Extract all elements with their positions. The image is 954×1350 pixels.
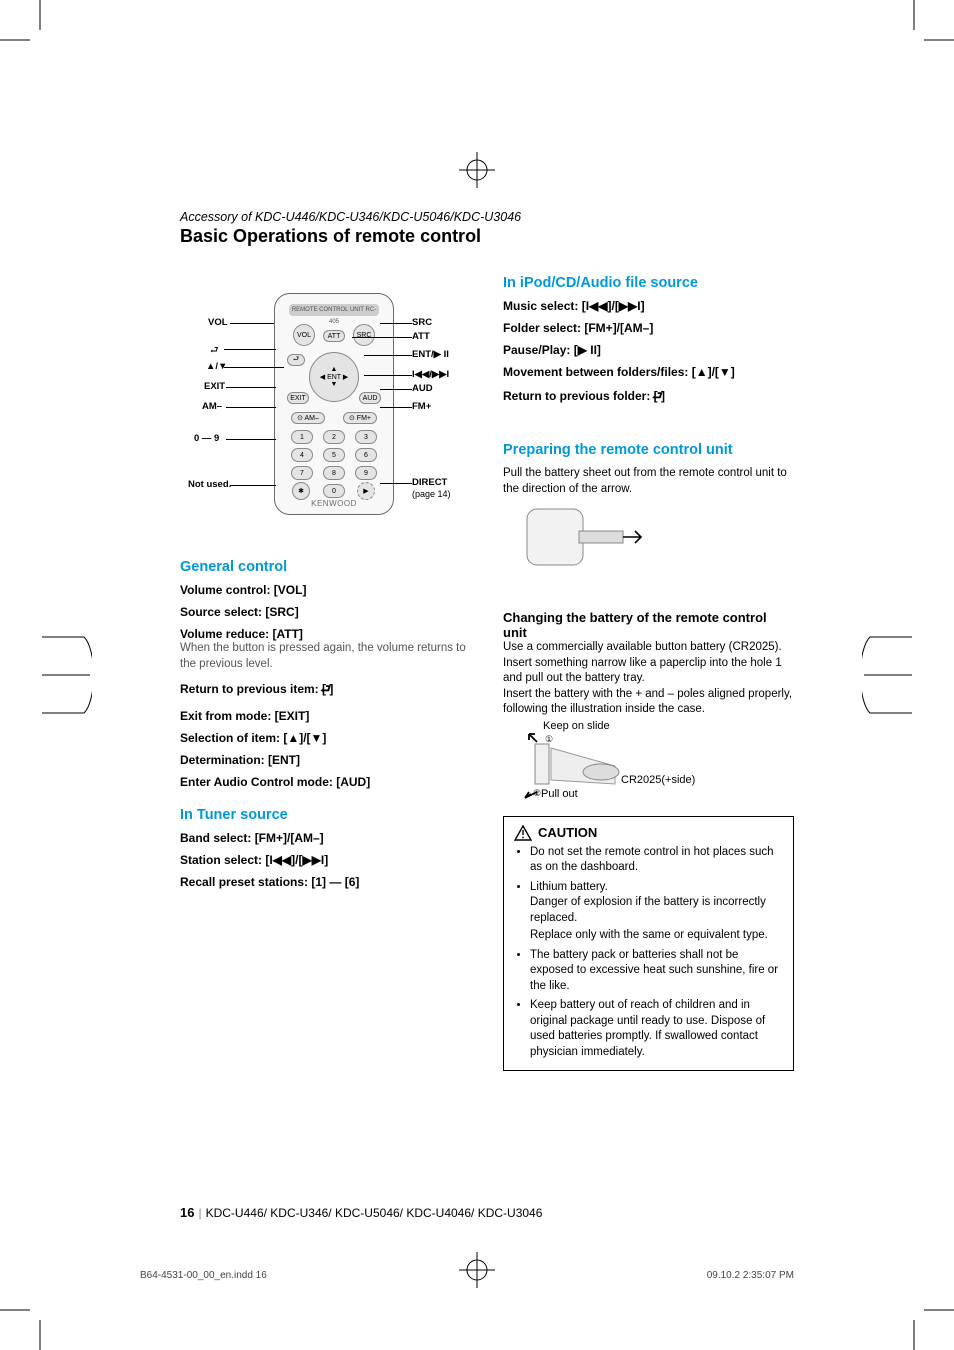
footer-indd: B64-4531-00_00_en.indd 16 (140, 1270, 267, 1281)
ipod-heading: In iPod/CD/Audio file source (503, 275, 794, 291)
return-previous-item: Return to previous item: [ ]⮐ (180, 680, 471, 701)
caution-title: CAUTION (538, 825, 597, 840)
band-select: Band select: [FM+]/[AM–] (180, 831, 471, 845)
determination: Determination: [ENT] (180, 753, 471, 767)
battery-heading: Changing the battery of the remote contr… (503, 610, 794, 640)
caution-box: CAUTION Do not set the remote control in… (503, 816, 794, 1072)
warning-icon (514, 825, 532, 841)
tuner-heading: In Tuner source (180, 807, 471, 823)
prepare-body: Pull the battery sheet out from the remo… (503, 466, 794, 497)
movement-folders: Movement between folders/files: [▲]/[▼] (503, 365, 794, 379)
volume-control: Volume control: [VOL] (180, 583, 471, 597)
source-select: Source select: [SRC] (180, 605, 471, 619)
battery-sheet-diagram (517, 501, 647, 581)
caution-hot: Do not set the remote control in hot pla… (530, 845, 783, 876)
svg-text:②: ② (533, 788, 541, 798)
registration-top-icon (457, 150, 497, 190)
accessory-line: Accessory of KDC-U446/KDC-U346/KDC-U5046… (180, 210, 794, 224)
page-number: 16|KDC-U446/ KDC-U346/ KDC-U5046/ KDC-U4… (180, 1205, 542, 1220)
volume-reduce: Volume reduce: [ATT] (180, 627, 471, 641)
audio-control-mode: Enter Audio Control mode: [AUD] (180, 775, 471, 789)
exit-mode: Exit from mode: [EXIT] (180, 709, 471, 723)
prepare-heading: Preparing the remote control unit (503, 442, 794, 458)
selection-item: Selection of item: [▲]/[▼] (180, 731, 471, 745)
folder-select: Folder select: [FM+]/[AM–] (503, 321, 794, 335)
svg-text:①: ① (545, 734, 553, 744)
caution-children: Keep battery out of reach of children an… (530, 998, 783, 1060)
battery-body1: Use a commercially available button batt… (503, 640, 794, 687)
footer-timestamp: 09.10.2 2:35:07 PM (707, 1270, 794, 1281)
side-mark-left-icon (40, 635, 92, 715)
music-select: Music select: [I◀◀]/[▶▶I] (503, 299, 794, 313)
page-title: Basic Operations of remote control (180, 226, 794, 247)
recall-preset: Recall preset stations: [1] — [6] (180, 875, 471, 889)
station-select: Station select: [I◀◀]/[▶▶I] (180, 853, 471, 867)
return-previous-folder: Return to previous folder: [ ]⮐ (503, 387, 794, 408)
volume-reduce-note: When the button is pressed again, the vo… (180, 641, 471, 672)
pause-play: Pause/Play: [▶ II] (503, 343, 794, 357)
battery-change-diagram: Keep on slide ① ② Pull out CR2025(+side) (523, 722, 683, 802)
remote-diagram: REMOTE CONTROL UNIT RC-405 VOL SRC ATT ⮐… (180, 281, 471, 541)
general-heading: General control (180, 559, 471, 575)
side-mark-right-icon (862, 635, 914, 715)
caution-lithium: Lithium battery. Danger of explosion if … (530, 880, 783, 944)
caution-heat: The battery pack or batteries shall not … (530, 948, 783, 995)
battery-body2: Insert the battery with the + and – pole… (503, 687, 794, 718)
